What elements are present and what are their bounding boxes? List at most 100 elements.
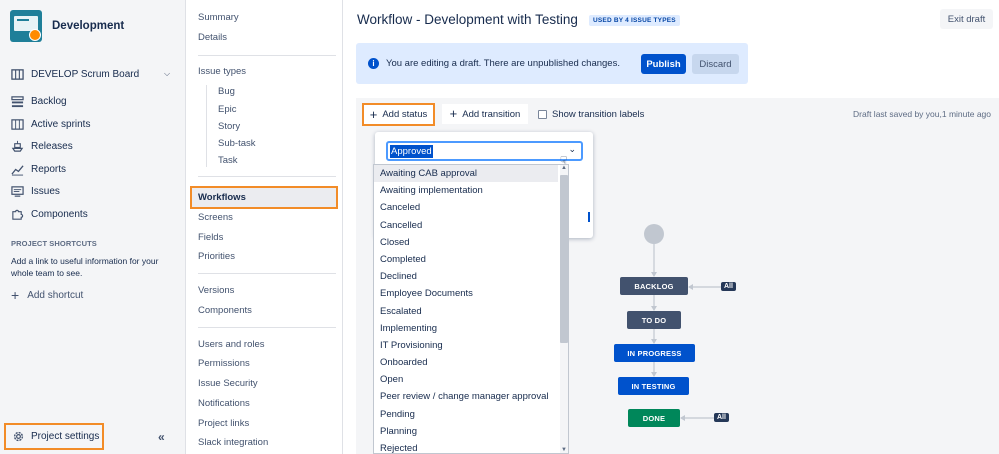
settings-nav-details[interactable]: Details: [198, 32, 227, 46]
sidebar-item-reports[interactable]: Reports: [11, 161, 66, 177]
sidebar-item-label: Issues: [31, 185, 60, 197]
status-option[interactable]: Implementing: [374, 320, 558, 337]
scroll-down-icon[interactable]: ▼: [561, 447, 567, 453]
plus-icon: +: [369, 106, 378, 122]
sidebar-item-active-sprints[interactable]: Active sprints: [11, 116, 90, 132]
status-select[interactable]: Approved ⌄: [386, 141, 583, 161]
status-option[interactable]: Peer review / change manager approval: [374, 388, 558, 405]
status-option[interactable]: Declined: [374, 268, 558, 285]
status-node-done[interactable]: DONE: [628, 409, 680, 427]
settings-nav-summary[interactable]: Summary: [198, 12, 239, 26]
show-transition-labels-label: Show transition labels: [552, 109, 645, 120]
issue-type-story[interactable]: Story: [218, 121, 240, 132]
status-option[interactable]: Escalated: [374, 303, 558, 320]
board-icon: [11, 68, 24, 80]
status-option[interactable]: Employee Documents: [374, 285, 558, 302]
plus-icon: +: [11, 287, 20, 303]
issue-type-epic[interactable]: Epic: [218, 104, 236, 115]
status-option[interactable]: Onboarded: [374, 354, 558, 371]
discard-button[interactable]: Discard: [692, 54, 739, 74]
settings-nav-fields[interactable]: Fields: [198, 232, 223, 246]
project-settings-label: Project settings: [31, 431, 100, 442]
exit-draft-button[interactable]: Exit draft: [940, 9, 993, 29]
sidebar-item-components[interactable]: Components: [11, 206, 88, 222]
status-node-in-progress[interactable]: IN PROGRESS: [614, 344, 695, 362]
divider: [198, 55, 336, 56]
settings-nav-project-links[interactable]: Project links: [198, 418, 249, 432]
all-transition-tag[interactable]: All: [714, 413, 729, 422]
status-option[interactable]: Awaiting implementation: [374, 182, 558, 199]
ship-icon: [11, 140, 24, 152]
status-option[interactable]: Rejected: [374, 440, 558, 453]
add-status-label: Add status: [382, 109, 428, 120]
settings-nav-permissions[interactable]: Permissions: [198, 358, 250, 372]
board-selector[interactable]: DEVELOP Scrum Board ⌵: [11, 66, 170, 82]
puzzle-icon: [12, 209, 24, 220]
divider: [198, 273, 336, 274]
collapse-sidebar-icon[interactable]: «: [158, 430, 165, 444]
board-name: DEVELOP Scrum Board: [31, 68, 140, 80]
settings-nav-screens[interactable]: Screens: [198, 212, 233, 226]
status-node-in-testing[interactable]: IN TESTING: [618, 377, 689, 395]
scrollbar-thumb[interactable]: [560, 175, 568, 343]
workflow-start-node[interactable]: [644, 224, 664, 244]
workflow-toolbar: + Add status + Add transition Show trans…: [356, 98, 999, 130]
issue-type-sub-task[interactable]: Sub-task: [218, 138, 256, 149]
status-options-list[interactable]: Awaiting CAB approval Awaiting implementa…: [373, 164, 569, 454]
scroll-up-icon[interactable]: ▲: [561, 165, 567, 171]
add-shortcut-button[interactable]: + Add shortcut: [11, 287, 83, 303]
settings-nav-components[interactable]: Components: [198, 305, 252, 319]
status-node-to-do[interactable]: TO DO: [627, 311, 681, 329]
settings-nav-issue-types[interactable]: Issue types: [198, 66, 246, 80]
draft-saved-note: Draft last saved by you,1 minute ago: [853, 109, 991, 119]
add-shortcut-label: Add shortcut: [27, 289, 84, 301]
page-title: Workflow - Development with Testing: [357, 12, 578, 27]
checkbox[interactable]: [538, 110, 547, 119]
issue-type-task[interactable]: Task: [218, 155, 238, 166]
backlog-icon: [11, 95, 24, 107]
chevron-down-icon: ⌵: [164, 69, 171, 78]
add-status-button[interactable]: + Add status: [362, 103, 435, 126]
status-node-backlog[interactable]: BACKLOG: [620, 277, 688, 295]
settings-nav-priorities[interactable]: Priorities: [198, 251, 235, 265]
status-option[interactable]: IT Provisioning: [374, 337, 558, 354]
shortcuts-description: Add a link to useful information for you…: [11, 256, 159, 278]
used-by-badge[interactable]: USED BY 4 ISSUE TYPES: [589, 15, 680, 26]
project-header[interactable]: Development: [10, 10, 124, 42]
status-option[interactable]: Cancelled: [374, 217, 558, 234]
divider: [198, 176, 336, 177]
settings-nav-slack[interactable]: Slack integration: [198, 437, 268, 451]
sidebar-item-issues[interactable]: Issues: [11, 183, 60, 199]
settings-nav-notifications[interactable]: Notifications: [198, 398, 250, 412]
chevron-down-icon: ⌄: [568, 144, 576, 154]
draft-message: You are editing a draft. There are unpub…: [386, 58, 620, 69]
sidebar-item-backlog[interactable]: Backlog: [11, 93, 67, 109]
project-settings-link[interactable]: Project settings: [4, 423, 104, 450]
plus-icon: +: [449, 106, 458, 121]
status-option[interactable]: Closed: [374, 234, 558, 251]
show-transition-labels-toggle[interactable]: Show transition labels: [538, 109, 644, 120]
issue-type-bug[interactable]: Bug: [218, 86, 235, 97]
status-option[interactable]: Completed: [374, 251, 558, 268]
status-option[interactable]: Open: [374, 371, 558, 388]
status-option[interactable]: Planning: [374, 423, 558, 440]
add-transition-button[interactable]: + Add transition: [442, 104, 528, 124]
status-option[interactable]: Canceled: [374, 199, 558, 216]
all-transition-tag[interactable]: All: [721, 282, 736, 291]
project-avatar: [10, 10, 42, 42]
settings-nav-issue-security[interactable]: Issue Security: [198, 378, 258, 392]
settings-nav: Summary Details Issue types Bug Epic Sto…: [187, 0, 343, 454]
sprint-board-icon: [11, 118, 24, 130]
settings-nav-users-roles[interactable]: Users and roles: [198, 339, 265, 353]
status-option[interactable]: Pending: [374, 406, 558, 423]
gear-icon: [13, 431, 24, 442]
sidebar-item-label: Reports: [31, 163, 67, 175]
sidebar-item-label: Active sprints: [31, 118, 91, 130]
divider: [198, 327, 336, 328]
status-option[interactable]: Awaiting CAB approval: [374, 165, 558, 183]
sidebar-item-releases[interactable]: Releases: [11, 138, 73, 154]
chart-icon: [11, 164, 24, 176]
settings-nav-versions[interactable]: Versions: [198, 285, 234, 299]
settings-nav-workflows[interactable]: Workflows: [190, 186, 338, 209]
publish-button[interactable]: Publish: [641, 54, 686, 74]
